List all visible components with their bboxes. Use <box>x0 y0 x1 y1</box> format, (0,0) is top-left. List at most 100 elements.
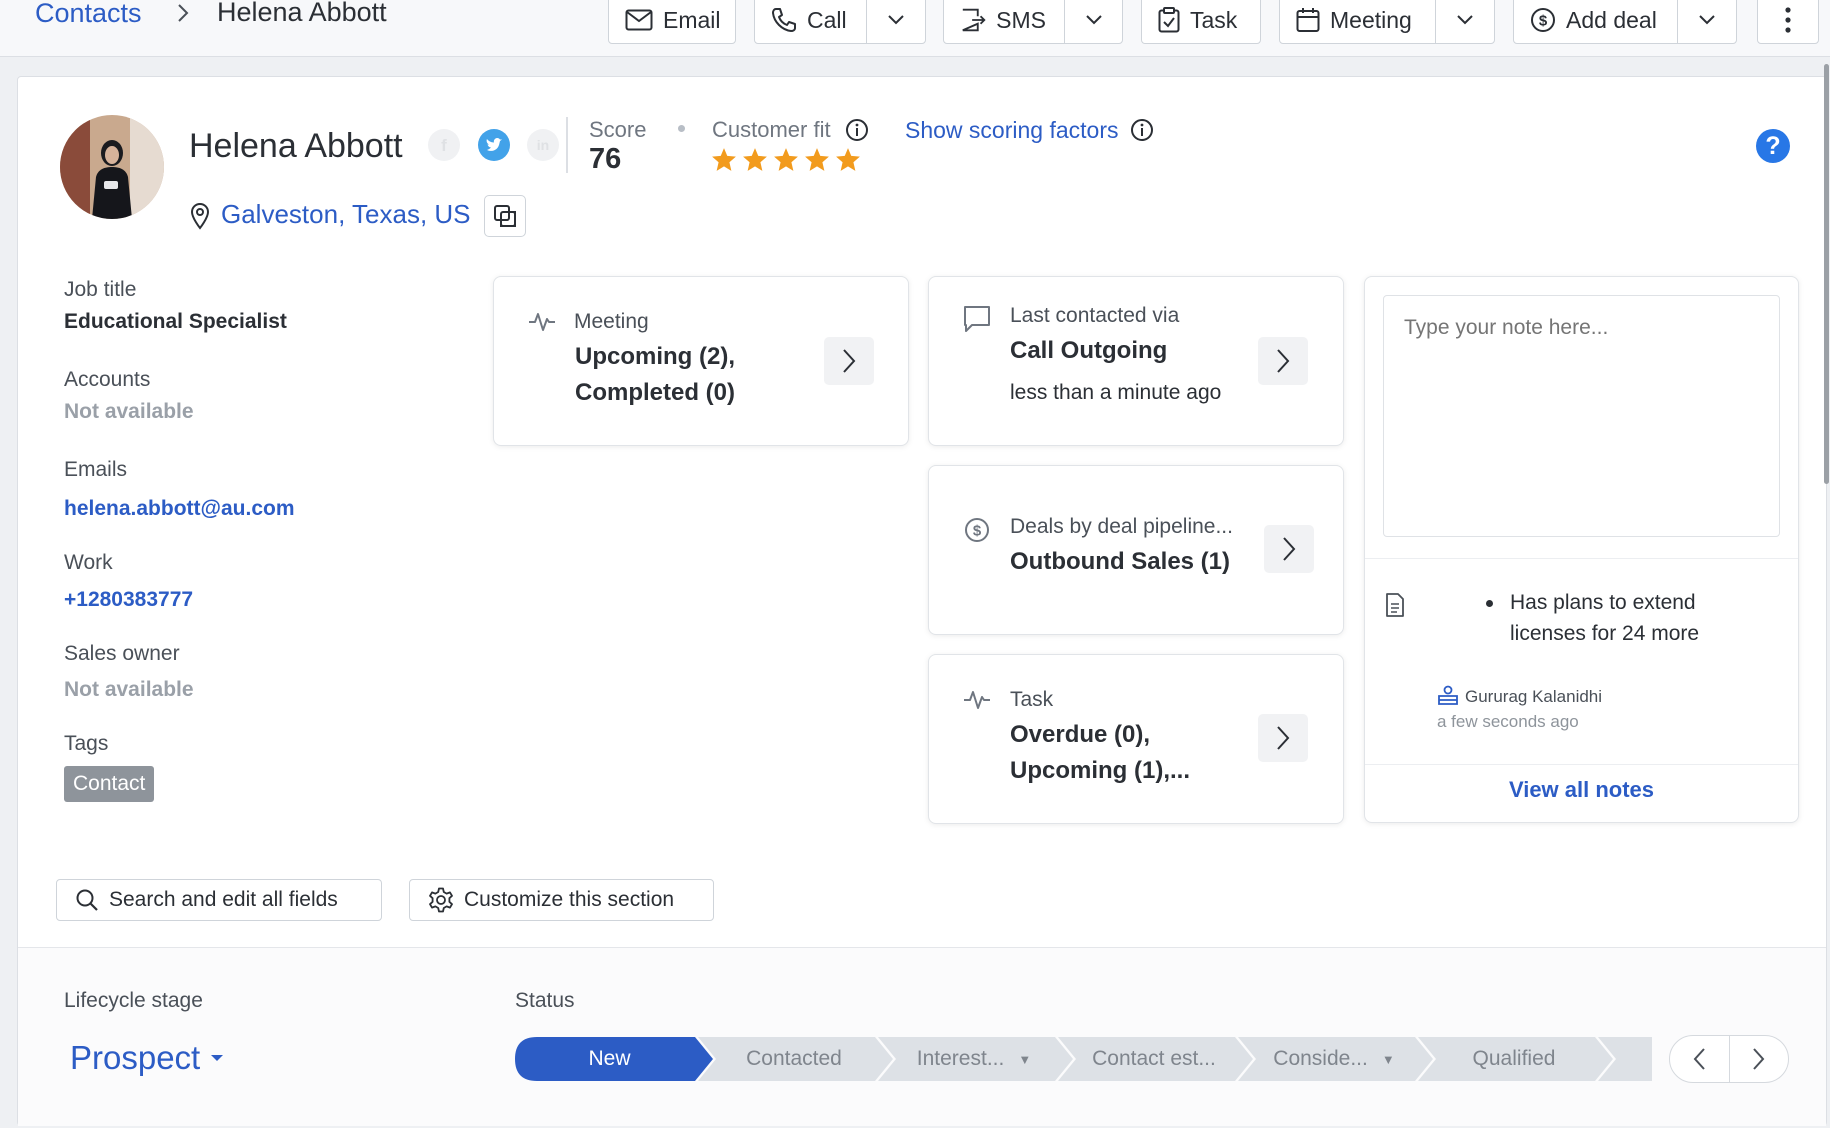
add-deal-dropdown-toggle[interactable] <box>1676 0 1736 43</box>
sms-icon <box>962 8 986 32</box>
lifecycle-stage-dropdown[interactable]: Prospect <box>70 1039 224 1077</box>
email-link[interactable]: helena.abbott@au.com <box>64 497 295 521</box>
customer-fit-label: Customer fit <box>712 117 831 142</box>
deals-widget-title: Deals by deal pipeline... <box>1010 515 1233 538</box>
customize-section-button[interactable]: Customize this section <box>409 879 714 921</box>
star-icon <box>712 148 736 171</box>
sms-button[interactable]: SMS <box>944 0 1064 43</box>
header-divider <box>566 117 568 173</box>
emails-label: Emails <box>64 458 128 481</box>
note-input[interactable] <box>1383 295 1780 537</box>
accounts-value: Not available <box>64 400 194 423</box>
status-stage-0[interactable]: New <box>515 1037 704 1081</box>
kebab-icon <box>1785 7 1791 33</box>
call-button[interactable]: Call <box>755 0 866 43</box>
chevron-right-icon <box>1277 349 1290 373</box>
status-stage-4[interactable]: Conside... ▼ <box>1253 1037 1415 1081</box>
info-icon[interactable] <box>1130 118 1154 142</box>
score-label: Score <box>589 117 647 142</box>
dollar-circle-icon: $ <box>1531 8 1555 32</box>
email-button[interactable]: Email <box>608 0 736 44</box>
status-stage-label: Contact est... <box>1092 1047 1216 1070</box>
chevron-right-icon <box>843 349 856 373</box>
call-button-label: Call <box>807 6 847 33</box>
call-dropdown-toggle[interactable] <box>865 0 925 43</box>
status-stage-label: Interest... <box>916 1047 1005 1070</box>
note-bullet <box>1486 600 1493 607</box>
deals-widget-arrow[interactable] <box>1264 525 1314 573</box>
notes-divider <box>1365 558 1798 559</box>
linkedin-icon[interactable]: in <box>527 129 559 161</box>
status-label: Status <box>515 989 575 1012</box>
copy-location-button[interactable] <box>484 195 526 237</box>
meeting-button[interactable]: Meeting <box>1280 0 1435 43</box>
scrollbar-thumb[interactable] <box>1824 64 1829 484</box>
activity-icon <box>529 313 555 331</box>
contact-location-link[interactable]: Galveston, Texas, US <box>221 199 471 230</box>
task-widget[interactable]: Task Overdue (0), Upcoming (1),... <box>928 654 1344 824</box>
meeting-widget[interactable]: Meeting Upcoming (2), Completed (0) <box>493 276 909 446</box>
location-pin-icon <box>190 202 210 230</box>
status-stage-6[interactable]: N <box>1613 1037 1652 1081</box>
status-prev-button[interactable] <box>1670 1036 1729 1082</box>
twitter-icon[interactable] <box>478 129 510 161</box>
star-icon <box>774 148 798 171</box>
customize-section-label: Customize this section <box>464 888 675 911</box>
info-icon[interactable] <box>845 118 869 142</box>
more-actions-button[interactable] <box>1757 0 1819 44</box>
work-phone-link[interactable]: +1280383777 <box>64 588 193 612</box>
sms-dropdown-toggle[interactable] <box>1064 0 1122 43</box>
status-stage-3[interactable]: Contact est... <box>1073 1037 1235 1081</box>
facebook-icon[interactable]: f <box>428 129 460 161</box>
view-all-notes-link[interactable]: View all notes <box>1365 777 1798 803</box>
score-value: 76 <box>589 143 622 175</box>
contact-details-card: Helena Abbott f in Galveston, Texas, US … <box>17 76 1827 1126</box>
meeting-dropdown-toggle[interactable] <box>1434 0 1494 43</box>
show-scoring-factors-link[interactable]: Show scoring factors <box>905 117 1118 144</box>
chat-bubble-icon <box>964 306 990 332</box>
meeting-button-group: Meeting <box>1279 0 1495 44</box>
job-title-value: Educational Specialist <box>64 310 287 333</box>
chevron-left-icon <box>1693 1048 1705 1070</box>
work-label: Work <box>64 551 113 574</box>
search-edit-fields-button[interactable]: Search and edit all fields <box>56 879 382 921</box>
deals-widget[interactable]: $ Deals by deal pipeline... Outbound Sal… <box>928 465 1344 635</box>
help-button[interactable]: ? <box>1756 129 1790 163</box>
status-stage-5[interactable]: Qualified <box>1433 1037 1595 1081</box>
svg-text:in: in <box>537 137 549 153</box>
status-pipeline: New Contacted Interest... ▼ Contact est... Co… <box>515 1037 1652 1081</box>
author-icon <box>1438 685 1458 705</box>
status-stage-label: Conside... <box>1273 1047 1368 1070</box>
meeting-widget-arrow[interactable] <box>824 337 874 385</box>
last-contacted-widget[interactable]: Last contacted via Call Outgoing less th… <box>928 276 1344 446</box>
status-stage-2[interactable]: Interest... ▼ <box>893 1037 1055 1081</box>
note-author: Gururag Kalanidhi <box>1465 687 1603 706</box>
sales-owner-label: Sales owner <box>64 642 180 665</box>
customer-fit-stars <box>711 147 861 172</box>
star-icon <box>805 148 829 171</box>
status-nav <box>1669 1035 1789 1083</box>
email-button-label: Email <box>663 6 721 33</box>
dollar-circle-icon: $ <box>965 518 989 542</box>
star-icon <box>743 148 767 171</box>
task-button-label: Task <box>1190 6 1238 33</box>
task-widget-arrow[interactable] <box>1258 714 1308 762</box>
add-deal-button[interactable]: $ Add deal <box>1514 0 1677 43</box>
status-stage-label: Contacted <box>746 1047 842 1070</box>
last-contacted-arrow[interactable] <box>1258 337 1308 385</box>
breadcrumb-current: Helena Abbott <box>217 0 387 27</box>
meeting-widget-line1: Upcoming (2), <box>575 343 735 370</box>
task-check-icon <box>1158 7 1180 33</box>
status-stage-1[interactable]: Contacted <box>713 1037 875 1081</box>
status-next-button[interactable] <box>1728 1036 1789 1082</box>
call-button-group: Call <box>754 0 926 44</box>
task-button[interactable]: Task <box>1141 0 1261 44</box>
last-contacted-title: Last contacted via <box>1010 304 1180 327</box>
tag-chip[interactable]: Contact <box>64 766 155 802</box>
sales-owner-value: Not available <box>64 678 194 701</box>
breadcrumb-contacts-link[interactable]: Contacts <box>35 0 142 29</box>
status-stage-label: New <box>588 1047 631 1070</box>
document-icon <box>1386 593 1404 617</box>
chevron-right-icon <box>1283 537 1296 561</box>
lifecycle-stage-value: Prospect <box>70 1039 201 1076</box>
